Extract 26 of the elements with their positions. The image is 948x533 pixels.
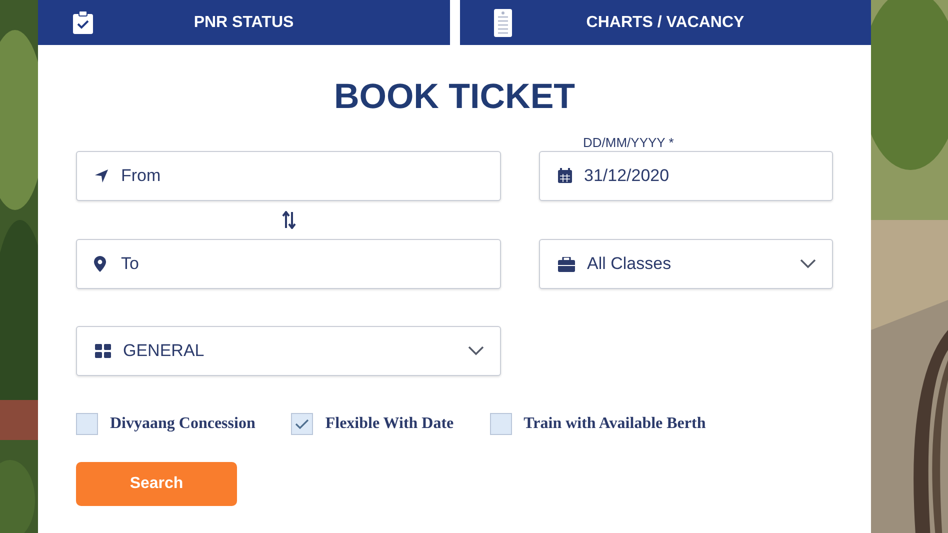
tab[interactable]: PNR STATUS xyxy=(38,0,450,45)
grid-icon xyxy=(95,344,111,358)
clipboard-icon xyxy=(72,10,94,34)
swap-icon[interactable] xyxy=(282,211,296,229)
location-pin-icon xyxy=(94,256,106,272)
checkbox[interactable] xyxy=(291,413,314,435)
quota-dropdown[interactable]: GENERAL xyxy=(76,326,501,376)
location-arrow-icon xyxy=(94,168,109,184)
check-icon xyxy=(295,418,310,430)
calendar-icon xyxy=(557,168,573,184)
checkbox[interactable] xyxy=(490,413,512,435)
date-field[interactable]: 31/12/2020 xyxy=(539,151,833,201)
briefcase-icon xyxy=(558,256,575,272)
checkbox-label: Flexible With Date xyxy=(325,415,454,433)
chevron-down-icon xyxy=(468,346,484,356)
from-field[interactable]: From xyxy=(76,151,501,201)
checkbox-label: Divyaang Concession xyxy=(110,415,256,433)
checkbox[interactable] xyxy=(76,413,98,435)
document-icon xyxy=(494,8,512,36)
tab[interactable]: CHARTS / VACANCY xyxy=(460,0,871,45)
class-dropdown[interactable]: All Classes xyxy=(539,239,833,289)
date-label: DD/MM/YYYY * xyxy=(582,135,675,151)
to-field[interactable]: To xyxy=(76,239,501,289)
checkbox-label: Train with Available Berth xyxy=(524,415,706,433)
chevron-down-icon xyxy=(800,259,816,269)
page-title: BOOK TICKET xyxy=(332,76,576,118)
